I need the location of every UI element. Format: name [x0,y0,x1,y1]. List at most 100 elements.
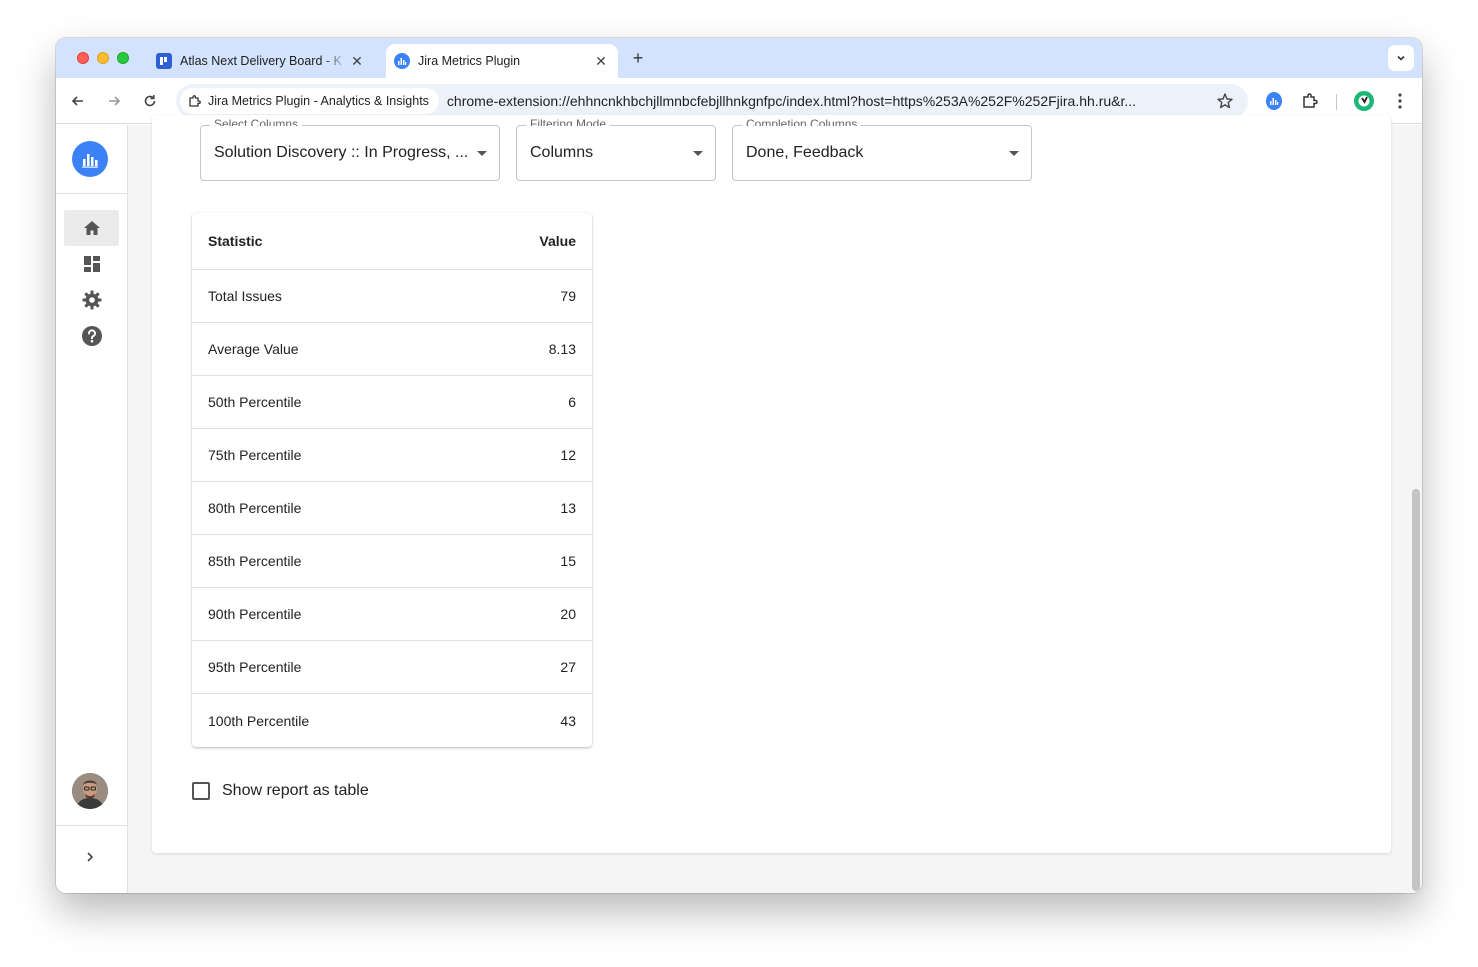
sidebar-item-settings[interactable] [64,282,119,318]
metrics-logo-icon [1266,92,1282,110]
row-statistic: 95th Percentile [208,659,302,675]
tab-strip: Atlas Next Delivery Board - K ✕ Jira Met… [56,38,1422,78]
extension-puzzle-icon [1303,93,1318,108]
row-value: 15 [560,553,576,569]
row-statistic: 90th Percentile [208,606,302,622]
profile-button[interactable] [1352,89,1376,113]
minimize-window-button[interactable] [97,52,109,64]
completion-columns-label: Completion Columns [742,118,862,126]
metrics-logo-icon [394,53,410,69]
user-avatar[interactable] [72,773,108,809]
select-columns-field[interactable]: Select Columns Solution Discovery :: In … [200,118,500,181]
row-statistic: 75th Percentile [208,447,302,463]
more-vert-icon [1398,93,1402,109]
sidebar-item-dashboard[interactable] [64,246,119,282]
dropdown-arrow-icon [693,151,703,156]
reload-icon [144,95,156,107]
row-value: 79 [560,288,576,304]
tab-search-button[interactable] [1388,45,1414,71]
reload-button[interactable] [138,89,162,113]
new-tab-button[interactable]: + [628,48,648,68]
sidebar-item-help[interactable] [64,318,119,354]
maximize-window-button[interactable] [117,52,129,64]
back-button[interactable] [66,89,90,113]
profile-avatar-icon [1354,91,1374,111]
row-value: 8.13 [548,341,576,357]
row-value: 6 [568,394,576,410]
table-row: 85th Percentile 15 [192,535,592,588]
sidebar-item-home[interactable] [64,210,119,246]
gear-icon [82,290,101,310]
chevron-down-icon [1397,55,1405,61]
row-statistic: 100th Percentile [208,712,310,729]
tab-title: Atlas Next Delivery Board - K [180,54,342,68]
site-chip-label: Jira Metrics Plugin - Analytics & Insigh… [208,94,429,108]
table-row: 100th Percentile 43 [192,694,592,747]
row-value: 27 [560,659,576,675]
jira-icon [156,53,172,69]
home-icon [83,221,100,235]
filtering-mode-label: Filtering Mode [526,118,611,126]
filtering-mode-field[interactable]: Filtering Mode Columns [516,118,716,181]
table-row: 95th Percentile 27 [192,641,592,694]
show-report-label: Show report as table [222,782,369,799]
row-value: 43 [560,712,576,729]
arrow-left-icon [71,96,83,106]
tab-atlas-board[interactable]: Atlas Next Delivery Board - K ✕ [148,44,374,78]
browser-menu-button[interactable] [1388,89,1412,113]
table-row: 90th Percentile 20 [192,588,592,641]
tab-title: Jira Metrics Plugin [418,54,521,68]
page-scrollbar[interactable] [1412,489,1420,891]
extensions-button[interactable] [1298,89,1322,113]
browser-window: Atlas Next Delivery Board - K ✕ Jira Met… [56,38,1422,893]
show-report-as-table-toggle[interactable]: Show report as table [192,782,369,800]
row-statistic: Total Issues [208,288,282,304]
bookmark-star-icon[interactable] [1216,92,1234,110]
close-tab-icon[interactable]: ✕ [592,52,610,70]
close-window-button[interactable] [77,52,89,64]
bar-chart-icon [82,154,98,168]
select-columns-value: Solution Discovery :: In Progress, ... [214,144,469,161]
completion-columns-value: Done, Feedback [746,144,864,161]
table-header-row: Statistic Value [192,213,592,270]
metrics-extension-button[interactable] [1262,89,1286,113]
row-value: 20 [560,606,576,622]
dropdown-arrow-icon [477,151,487,156]
extension-puzzle-icon [189,95,201,107]
forward-button[interactable] [102,89,126,113]
report-card: Select Columns Solution Discovery :: In … [152,115,1391,853]
help-icon [81,326,102,346]
app-logo[interactable] [72,141,108,177]
show-report-checkbox[interactable] [192,782,210,800]
tab-jira-metrics[interactable]: Jira Metrics Plugin ✕ [386,44,618,78]
row-statistic: Average Value [208,341,299,357]
site-info-chip[interactable]: Jira Metrics Plugin - Analytics & Insigh… [180,88,439,114]
sidebar [56,125,128,893]
address-bar[interactable]: Jira Metrics Plugin - Analytics & Insigh… [176,84,1248,118]
row-statistic: 80th Percentile [208,500,302,516]
expand-sidebar-button[interactable] [80,847,100,867]
table-row: 75th Percentile 12 [192,429,592,482]
filtering-mode-value: Columns [530,144,594,161]
table-row: Total Issues 79 [192,270,592,323]
header-value: Value [539,233,576,249]
sidebar-divider [56,825,127,826]
row-value: 12 [560,447,576,463]
arrow-right-icon [109,96,121,106]
row-statistic: 85th Percentile [208,553,302,569]
dropdown-arrow-icon [1009,151,1019,156]
row-statistic: 50th Percentile [208,394,302,410]
chevron-right-icon [87,852,94,862]
toolbar-separator [1336,94,1337,110]
user-photo-icon [72,773,108,809]
statistics-table: Statistic Value Total Issues 79 Average V… [192,213,592,747]
sidebar-divider [56,193,127,194]
table-row: Average Value 8.13 [192,323,592,376]
table-row: 50th Percentile 6 [192,376,592,429]
url-text[interactable]: chrome-extension://ehhncnkhbchjllmnbcfeb… [447,93,1191,109]
close-tab-icon[interactable]: ✕ [348,52,366,70]
completion-columns-field[interactable]: Completion Columns Done, Feedback [732,118,1032,181]
select-columns-label: Select Columns [210,118,303,126]
dashboard-icon [83,256,100,272]
app-content: Select Columns Solution Discovery :: In … [56,115,1422,893]
